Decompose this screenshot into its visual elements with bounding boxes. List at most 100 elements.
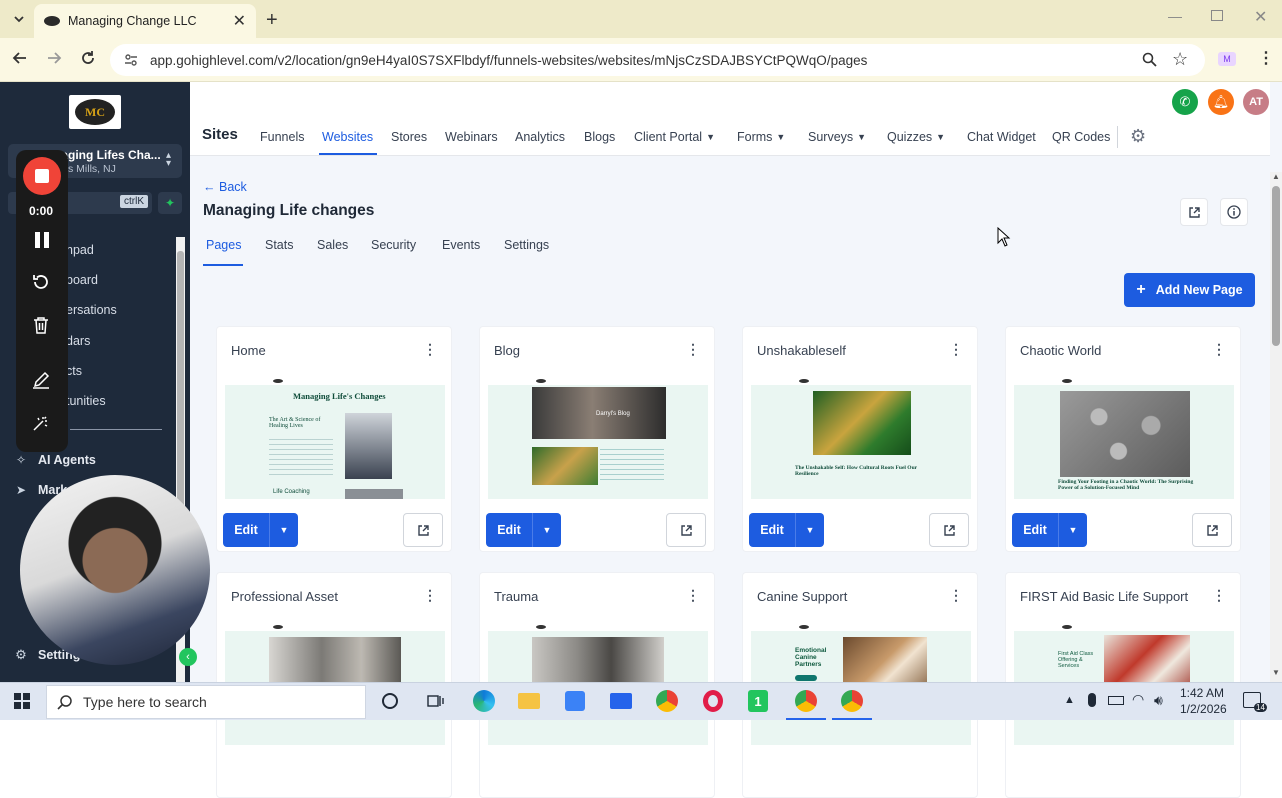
collapse-sidebar-icon[interactable]: ‹ xyxy=(179,648,197,666)
stop-record-button[interactable] xyxy=(23,157,61,195)
more-options-icon[interactable]: ⋮ xyxy=(1212,587,1226,604)
clock-time[interactable]: 1:42 AM xyxy=(1180,686,1224,700)
nav-chat-widget[interactable]: Chat Widget xyxy=(967,130,1036,144)
preview-external-button[interactable] xyxy=(666,513,706,547)
open-external-icon[interactable] xyxy=(1180,198,1208,226)
edit-button[interactable]: Edit ▼ xyxy=(223,513,298,547)
windows-start-icon[interactable] xyxy=(14,693,30,709)
site-info-icon[interactable] xyxy=(124,53,138,67)
nav-surveys[interactable]: Surveys ▼ xyxy=(808,130,866,144)
nav-client-portal[interactable]: Client Portal ▼ xyxy=(634,130,715,144)
more-options-icon[interactable]: ⋮ xyxy=(949,341,963,358)
main-scrollbar[interactable]: ▲ ▼ xyxy=(1270,172,1282,682)
page-card[interactable]: Blog ⋮ Darryl's Blog Edit ▼ xyxy=(479,326,715,552)
edit-button[interactable]: Edit ▼ xyxy=(749,513,824,547)
edge-icon[interactable] xyxy=(473,690,495,712)
more-options-icon[interactable]: ⋮ xyxy=(949,587,963,604)
tab-search-chevron-icon[interactable] xyxy=(10,10,28,28)
effects-icon[interactable] xyxy=(32,414,50,432)
add-new-page-button[interactable]: + Add New Page xyxy=(1124,273,1255,307)
restart-icon[interactable] xyxy=(31,272,51,292)
more-options-icon[interactable]: ⋮ xyxy=(686,341,700,358)
chevron-down-icon[interactable]: ▼ xyxy=(532,513,561,547)
page-card[interactable]: Home ⋮ Managing Life's Changes The Art &… xyxy=(216,326,452,552)
battery-icon[interactable] xyxy=(1108,696,1124,705)
tab-stats[interactable]: Stats xyxy=(265,238,294,252)
edit-button[interactable]: Edit ▼ xyxy=(1012,513,1087,547)
tab-sales[interactable]: Sales xyxy=(317,238,348,252)
more-options-icon[interactable]: ⋮ xyxy=(686,587,700,604)
tab-security[interactable]: Security xyxy=(371,238,416,252)
preview-external-button[interactable] xyxy=(929,513,969,547)
bookmark-star-icon[interactable]: ☆ xyxy=(1172,49,1188,70)
preview-external-button[interactable] xyxy=(403,513,443,547)
nav-funnels[interactable]: Funnels xyxy=(260,130,304,144)
store-icon[interactable] xyxy=(565,691,585,711)
reload-icon[interactable] xyxy=(80,50,96,66)
nav-forms[interactable]: Forms ▼ xyxy=(737,130,785,144)
address-bar[interactable]: app.gohighlevel.com/v2/location/gn9eH4ya… xyxy=(110,44,1205,76)
more-options-icon[interactable]: ⋮ xyxy=(1212,341,1226,358)
chrome-icon[interactable] xyxy=(656,690,678,712)
task-view-icon[interactable] xyxy=(427,693,445,709)
info-icon[interactable] xyxy=(1220,198,1248,226)
tab-events[interactable]: Events xyxy=(442,238,480,252)
more-options-icon[interactable]: ⋮ xyxy=(423,587,437,604)
chrome-profile-icon[interactable] xyxy=(795,690,817,712)
browser-tab[interactable]: Managing Change LLC ✕ xyxy=(34,4,256,38)
clock-date[interactable]: 1/2/2026 xyxy=(1180,702,1227,716)
file-explorer-icon[interactable] xyxy=(518,693,540,709)
cortana-icon[interactable] xyxy=(382,693,398,709)
url-text[interactable]: app.gohighlevel.com/v2/location/gn9eH4ya… xyxy=(150,53,867,68)
settings-gear-icon[interactable]: ⚙ xyxy=(1130,126,1146,147)
chevron-down-icon[interactable]: ▼ xyxy=(269,513,298,547)
phone-icon[interactable]: ✆ xyxy=(1172,89,1198,115)
webcam-overlay[interactable] xyxy=(20,475,210,665)
nav-webinars[interactable]: Webinars xyxy=(445,130,498,144)
trash-icon[interactable] xyxy=(33,316,49,334)
browser-menu-icon[interactable]: ⋮ xyxy=(1258,48,1274,68)
nav-stores[interactable]: Stores xyxy=(391,130,427,144)
avatar[interactable]: AT xyxy=(1243,89,1269,115)
zoom-icon[interactable] xyxy=(1142,52,1157,67)
chrome-window-icon[interactable] xyxy=(841,690,863,712)
page-thumbnail[interactable]: The Unshakable Self: How Cultural Roots … xyxy=(751,377,971,499)
tray-chevron-icon[interactable]: ▲ xyxy=(1064,694,1075,706)
nav-quizzes[interactable]: Quizzes ▼ xyxy=(887,130,945,144)
back-arrow-icon[interactable] xyxy=(12,50,28,66)
chevron-down-icon[interactable]: ▼ xyxy=(1058,513,1087,547)
taskbar-search-box[interactable]: Type here to search xyxy=(46,685,366,719)
maximize-icon[interactable] xyxy=(1211,10,1223,21)
page-card[interactable]: Chaotic World ⋮ Finding Your Footing in … xyxy=(1005,326,1241,552)
pause-icon[interactable] xyxy=(33,230,51,250)
bell-icon[interactable]: 🔔︎ xyxy=(1208,89,1234,115)
chevron-down-icon[interactable]: ▼ xyxy=(795,513,824,547)
nav-websites[interactable]: Websites xyxy=(322,130,373,144)
more-options-icon[interactable]: ⋮ xyxy=(423,341,437,358)
pen-icon[interactable] xyxy=(32,371,50,389)
mail-icon[interactable] xyxy=(610,693,632,709)
page-thumbnail[interactable]: Darryl's Blog xyxy=(488,377,708,499)
wifi-icon[interactable]: ◠ xyxy=(1132,691,1144,708)
page-thumbnail[interactable]: Finding Your Footing in a Chaotic World:… xyxy=(1014,377,1234,499)
page-card[interactable]: Unshakableself ⋮ The Unshakable Self: Ho… xyxy=(742,326,978,552)
new-tab-icon[interactable]: + xyxy=(266,9,278,32)
extension-icon[interactable]: M xyxy=(1218,52,1236,66)
nav-qr-codes[interactable]: QR Codes xyxy=(1052,130,1110,144)
microphone-icon[interactable] xyxy=(1088,693,1096,707)
quick-action-button[interactable]: ✦ xyxy=(158,192,182,214)
minimize-icon[interactable]: — xyxy=(1168,8,1182,24)
close-window-icon[interactable]: ✕ xyxy=(1254,7,1267,27)
forward-arrow-icon[interactable] xyxy=(46,50,62,66)
edit-button[interactable]: Edit ▼ xyxy=(486,513,561,547)
app-icon[interactable]: 1 xyxy=(748,690,768,712)
volume-icon[interactable]: 🔊︎ xyxy=(1154,692,1163,709)
page-thumbnail[interactable]: Managing Life's Changes The Art & Scienc… xyxy=(225,377,445,499)
nav-blogs[interactable]: Blogs xyxy=(584,130,615,144)
tab-pages[interactable]: Pages xyxy=(206,238,241,252)
preview-external-button[interactable] xyxy=(1192,513,1232,547)
back-link[interactable]: ← Back xyxy=(203,180,247,194)
tab-settings[interactable]: Settings xyxy=(504,238,549,252)
opera-icon[interactable] xyxy=(703,690,723,712)
nav-analytics[interactable]: Analytics xyxy=(515,130,565,144)
